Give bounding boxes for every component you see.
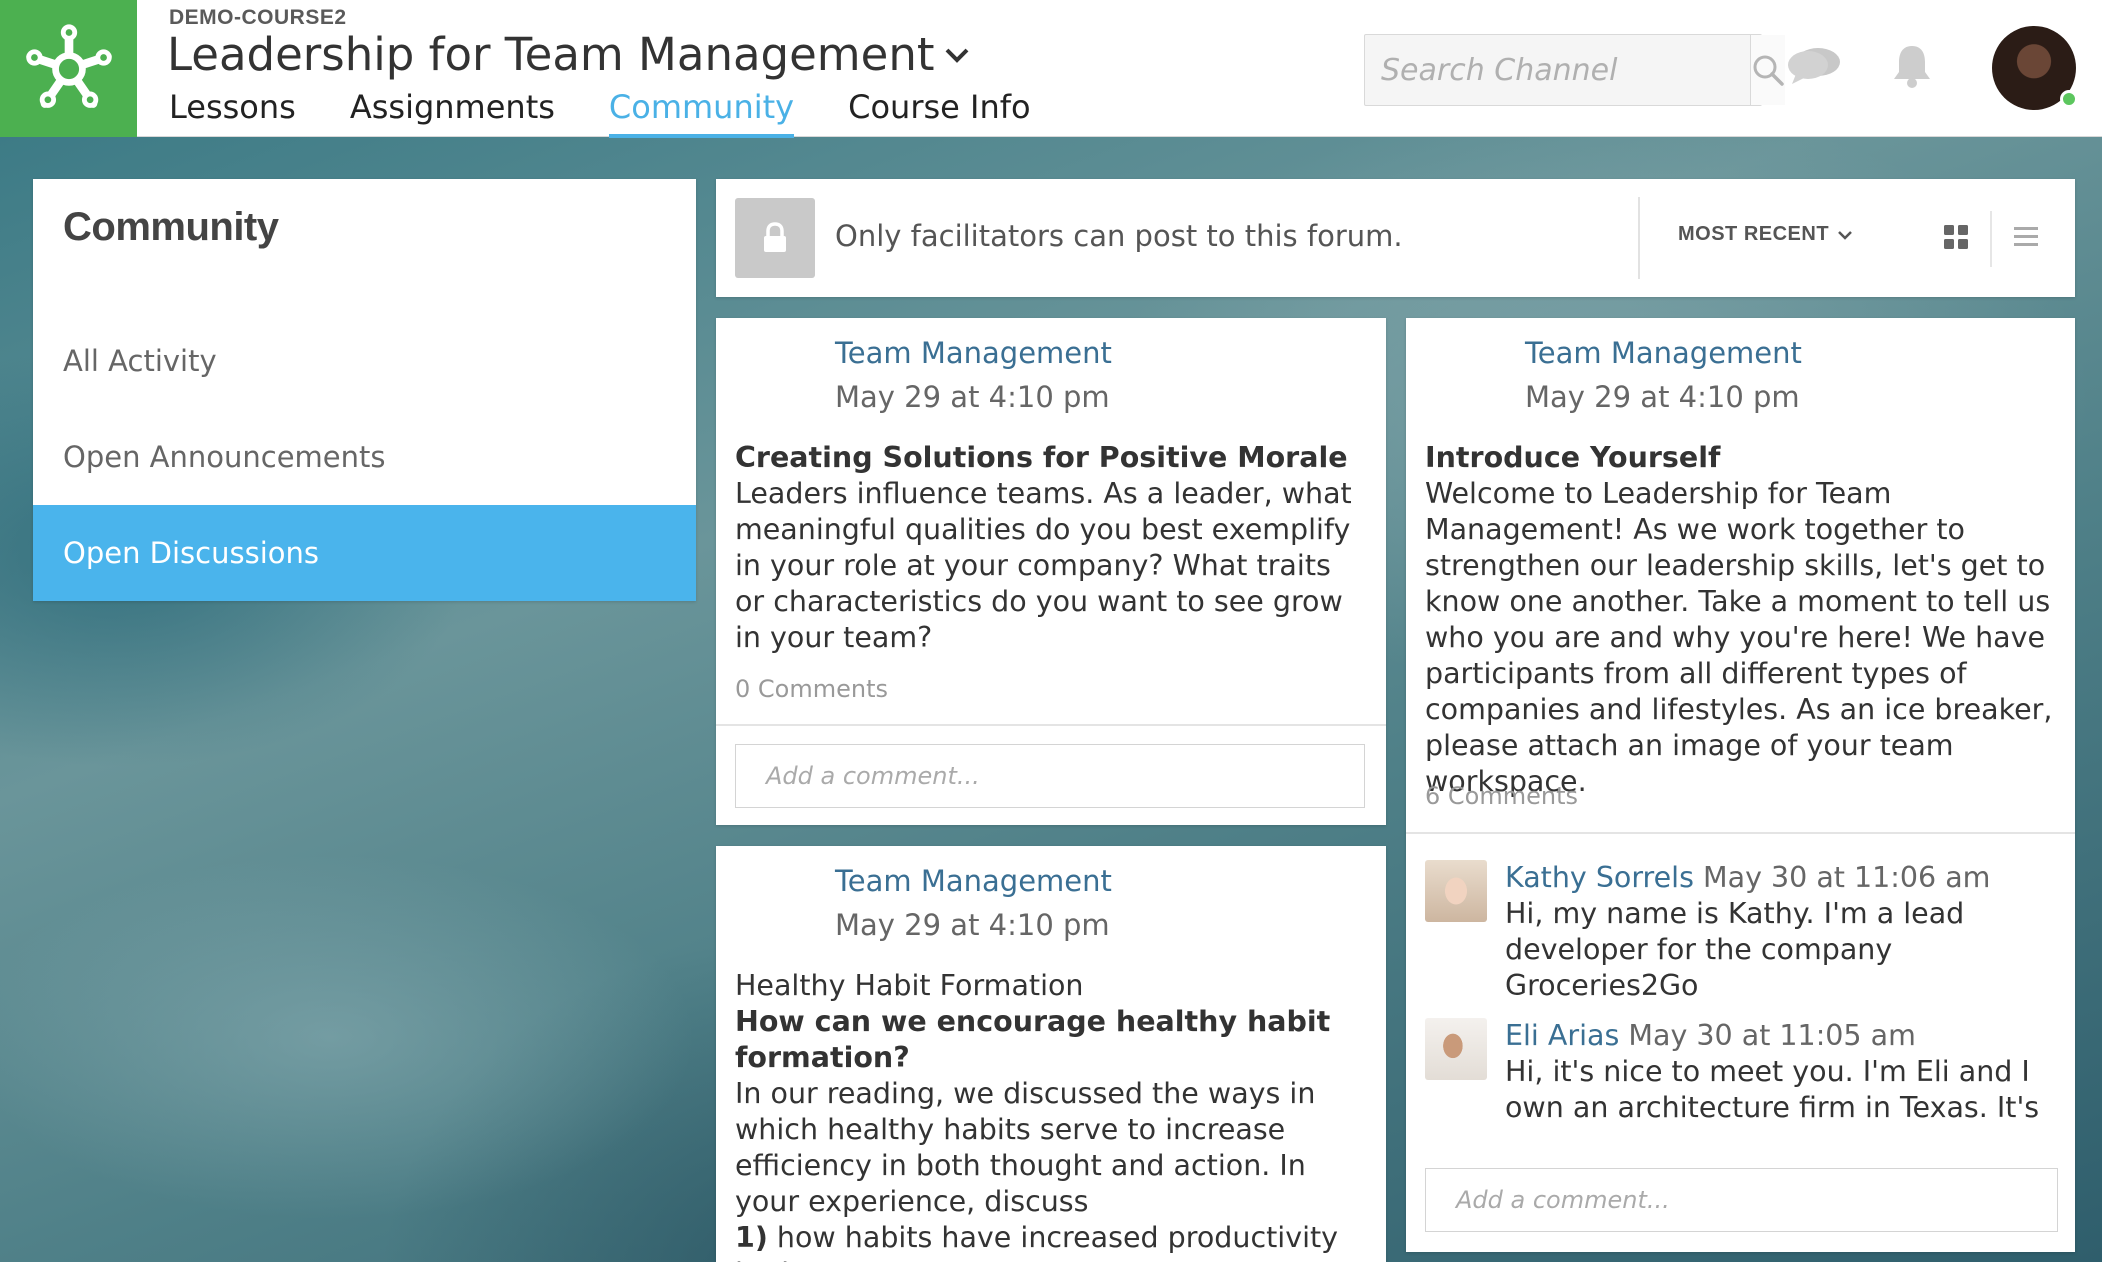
- post-title: Creating Solutions for Positive Morale: [735, 441, 1348, 474]
- chevron-down-icon: [1838, 230, 1852, 240]
- sidebar-title: Community: [63, 205, 279, 249]
- list-text: how habits have increased productivity i…: [735, 1221, 1339, 1262]
- list-icon: [2014, 227, 2038, 246]
- tab-community[interactable]: Community: [608, 88, 795, 138]
- comment-input[interactable]: Add a comment...: [1425, 1168, 2058, 1232]
- lock-icon: [764, 222, 786, 252]
- grid-view-button[interactable]: [1942, 223, 1970, 255]
- search-icon: [1753, 55, 1784, 86]
- star-logo-icon: [25, 23, 112, 108]
- commenter-avatar[interactable]: [1425, 860, 1487, 922]
- forum-toolbar: Only facilitators can post to this forum…: [716, 179, 2075, 297]
- course-code: DEMO-COURSE2: [169, 6, 347, 29]
- post-content: Creating Solutions for Positive Morale L…: [735, 440, 1368, 656]
- bell-icon: [1894, 46, 1930, 88]
- sidebar-item-open-discussions[interactable]: Open Discussions: [33, 505, 696, 601]
- course-nav: Lessons Assignments Community Course Inf…: [169, 88, 1031, 138]
- tab-course-info[interactable]: Course Info: [848, 88, 1030, 138]
- card-divider: [1406, 832, 2075, 834]
- user-avatar[interactable]: [1992, 26, 2078, 110]
- comment-content: Eli Arias May 30 at 11:05 am Hi, it's ni…: [1505, 1018, 2057, 1126]
- sort-label: MOST RECENT: [1678, 223, 1830, 245]
- post-body: In our reading, we discussed the ways in…: [735, 1077, 1316, 1218]
- commenter-avatar[interactable]: [1425, 1018, 1487, 1080]
- sidebar-item-open-announcements[interactable]: Open Announcements: [33, 409, 696, 505]
- search-button[interactable]: [1750, 35, 1785, 105]
- tab-assignments[interactable]: Assignments: [350, 88, 555, 138]
- post-author[interactable]: Team Management: [835, 336, 1112, 370]
- discussion-card: Team Management May 29 at 4:10 pm Creati…: [716, 318, 1386, 825]
- post-content: Introduce Yourself Welcome to Leadership…: [1425, 440, 2057, 800]
- discussion-card: Team Management May 29 at 4:10 pm Introd…: [1406, 318, 2075, 1252]
- course-switcher[interactable]: Leadership for Team Management: [167, 28, 970, 81]
- post-content: Healthy Habit Formation How can we encou…: [735, 968, 1368, 1262]
- commenter-name[interactable]: Kathy Sorrels: [1505, 861, 1694, 894]
- post-title: Healthy Habit Formation: [735, 969, 1084, 1002]
- comments-count[interactable]: 6 Comments: [1425, 782, 1578, 810]
- course-title: Leadership for Team Management: [167, 28, 935, 81]
- comment-item: Kathy Sorrels May 30 at 11:06 am Hi, my …: [1425, 860, 2057, 1002]
- messages-button[interactable]: [1786, 42, 1844, 88]
- lock-badge: [735, 198, 815, 278]
- sort-dropdown[interactable]: MOST RECENT: [1678, 223, 1853, 246]
- comment-date: May 30 at 11:06 am: [1703, 861, 1991, 894]
- top-header: DEMO-COURSE2 Leadership for Team Managem…: [0, 0, 2102, 138]
- post-title: Introduce Yourself: [1425, 441, 1721, 474]
- comments-count[interactable]: 0 Comments: [735, 675, 888, 703]
- post-date: May 29 at 4:10 pm: [1525, 380, 1800, 414]
- post-body: Welcome to Leadership for Team Managemen…: [1425, 477, 2053, 798]
- comment-content: Kathy Sorrels May 30 at 11:06 am Hi, my …: [1505, 860, 2057, 1004]
- post-subtitle: How can we encourage healthy habit forma…: [735, 1005, 1331, 1074]
- notifications-button[interactable]: [1888, 42, 1936, 90]
- list-number: 1): [735, 1221, 768, 1254]
- grid-icon: [1944, 225, 1968, 249]
- chevron-down-icon: [946, 48, 969, 63]
- list-view-button[interactable]: [2012, 223, 2040, 255]
- post-author[interactable]: Team Management: [835, 864, 1112, 898]
- post-date: May 29 at 4:10 pm: [835, 380, 1110, 414]
- toolbar-divider: [1990, 211, 1992, 267]
- post-author[interactable]: Team Management: [1525, 336, 1802, 370]
- community-sidebar: Community All Activity Open Announcement…: [33, 179, 696, 601]
- search-input[interactable]: [1365, 35, 1750, 105]
- comment-input[interactable]: Add a comment...: [735, 744, 1365, 808]
- sidebar-item-all-activity[interactable]: All Activity: [33, 313, 696, 409]
- card-divider: [716, 724, 1386, 726]
- discussion-card: Team Management May 29 at 4:10 pm Health…: [716, 846, 1386, 1262]
- post-body: Leaders influence teams. As a leader, wh…: [735, 477, 1352, 654]
- comment-text: Hi, it's nice to meet you. I'm Eli and I…: [1505, 1055, 2040, 1124]
- tab-lessons[interactable]: Lessons: [169, 88, 296, 138]
- post-list-item: 1) how habits have increased productivit…: [735, 1220, 1368, 1262]
- commenter-name[interactable]: Eli Arias: [1505, 1019, 1619, 1052]
- online-status-indicator: [2060, 90, 2078, 108]
- post-date: May 29 at 4:10 pm: [835, 908, 1110, 942]
- chat-bubbles-icon: [1788, 48, 1840, 84]
- comment-date: May 30 at 11:05 am: [1628, 1019, 1916, 1052]
- posting-restriction-notice: Only facilitators can post to this forum…: [835, 219, 1403, 253]
- search-box: [1364, 34, 1785, 106]
- toolbar-divider: [1638, 197, 1640, 279]
- comment-item: Eli Arias May 30 at 11:05 am Hi, it's ni…: [1425, 1018, 2057, 1128]
- comment-text: Hi, my name is Kathy. I'm a lead develop…: [1505, 897, 1965, 1002]
- app-logo[interactable]: [0, 0, 137, 137]
